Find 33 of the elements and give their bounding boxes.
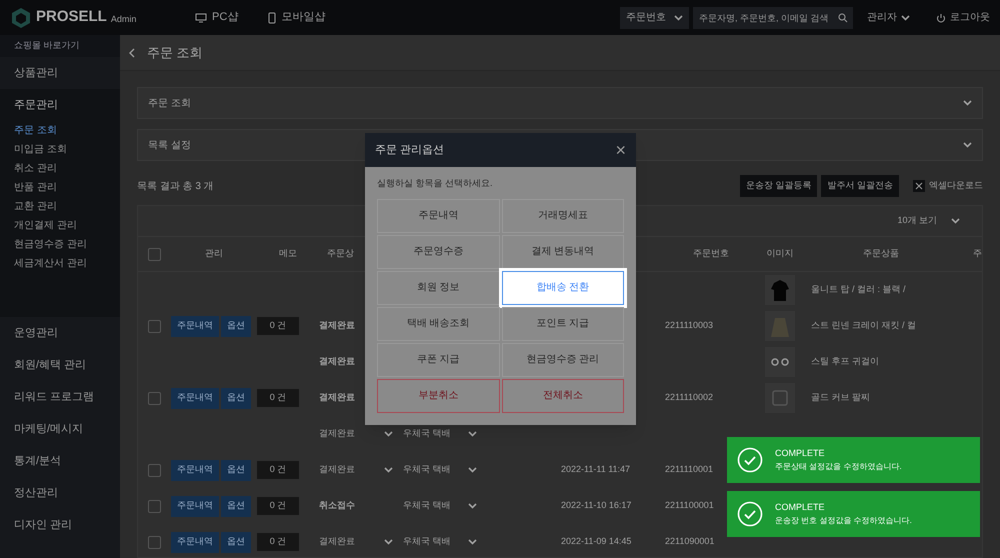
column-header: 주 <box>972 247 982 260</box>
logo-text: PROSELL <box>36 7 107 28</box>
product-name: 스틸 후프 귀걸이 <box>810 355 880 368</box>
toast-message: 주문상태 설정값을 수정하였습니다. <box>775 460 902 473</box>
order-date: 2022-11-11 11:47 <box>561 463 632 476</box>
order-status: 결제완료 <box>319 355 356 368</box>
logo-subtitle: Admin <box>110 13 136 26</box>
column-header: 주문상 <box>326 247 355 260</box>
page-title: 주문 조회 <box>147 44 203 62</box>
product-name: 울니트 탑 / 컬러 : 블랙 / <box>810 283 907 296</box>
order-number: 2211100001 <box>665 499 715 512</box>
order-date: 2022-11-09 14:45 <box>561 535 632 548</box>
column-header: 관리 <box>204 247 224 260</box>
order-number: 2211110002 <box>665 391 714 404</box>
modal-prompt: 실행하실 항목을 선택하세요. <box>377 177 494 190</box>
order-number: 2211110001 <box>665 463 714 476</box>
order-number: 2211110003 <box>665 319 714 332</box>
order-status: 결제완료 <box>319 391 356 404</box>
result-count: 목록 결과 총 3 개 <box>137 180 214 194</box>
column-header: 메모 <box>278 247 298 260</box>
product-name: 스트 린넨 크레이 재킷 / 컬 <box>810 319 918 332</box>
product-name: 골드 커브 팔찌 <box>810 391 872 404</box>
toast-title: COMPLETE <box>775 447 826 460</box>
column-header: 주문상품 <box>862 247 900 260</box>
order-status: 취소접수 <box>319 499 356 512</box>
column-header: 이미지 <box>766 247 794 260</box>
modal-title: 주문 관리옵션 <box>375 142 444 158</box>
toast-message: 운송장 번호 설정값을 수정하였습니다. <box>775 514 912 527</box>
toast-title: COMPLETE <box>775 501 826 514</box>
column-header: 주문번호 <box>692 247 730 260</box>
order-status: 결제완료 <box>319 319 356 332</box>
order-number: 2211090001 <box>665 535 716 548</box>
order-date: 2022-11-10 16:17 <box>561 499 632 512</box>
